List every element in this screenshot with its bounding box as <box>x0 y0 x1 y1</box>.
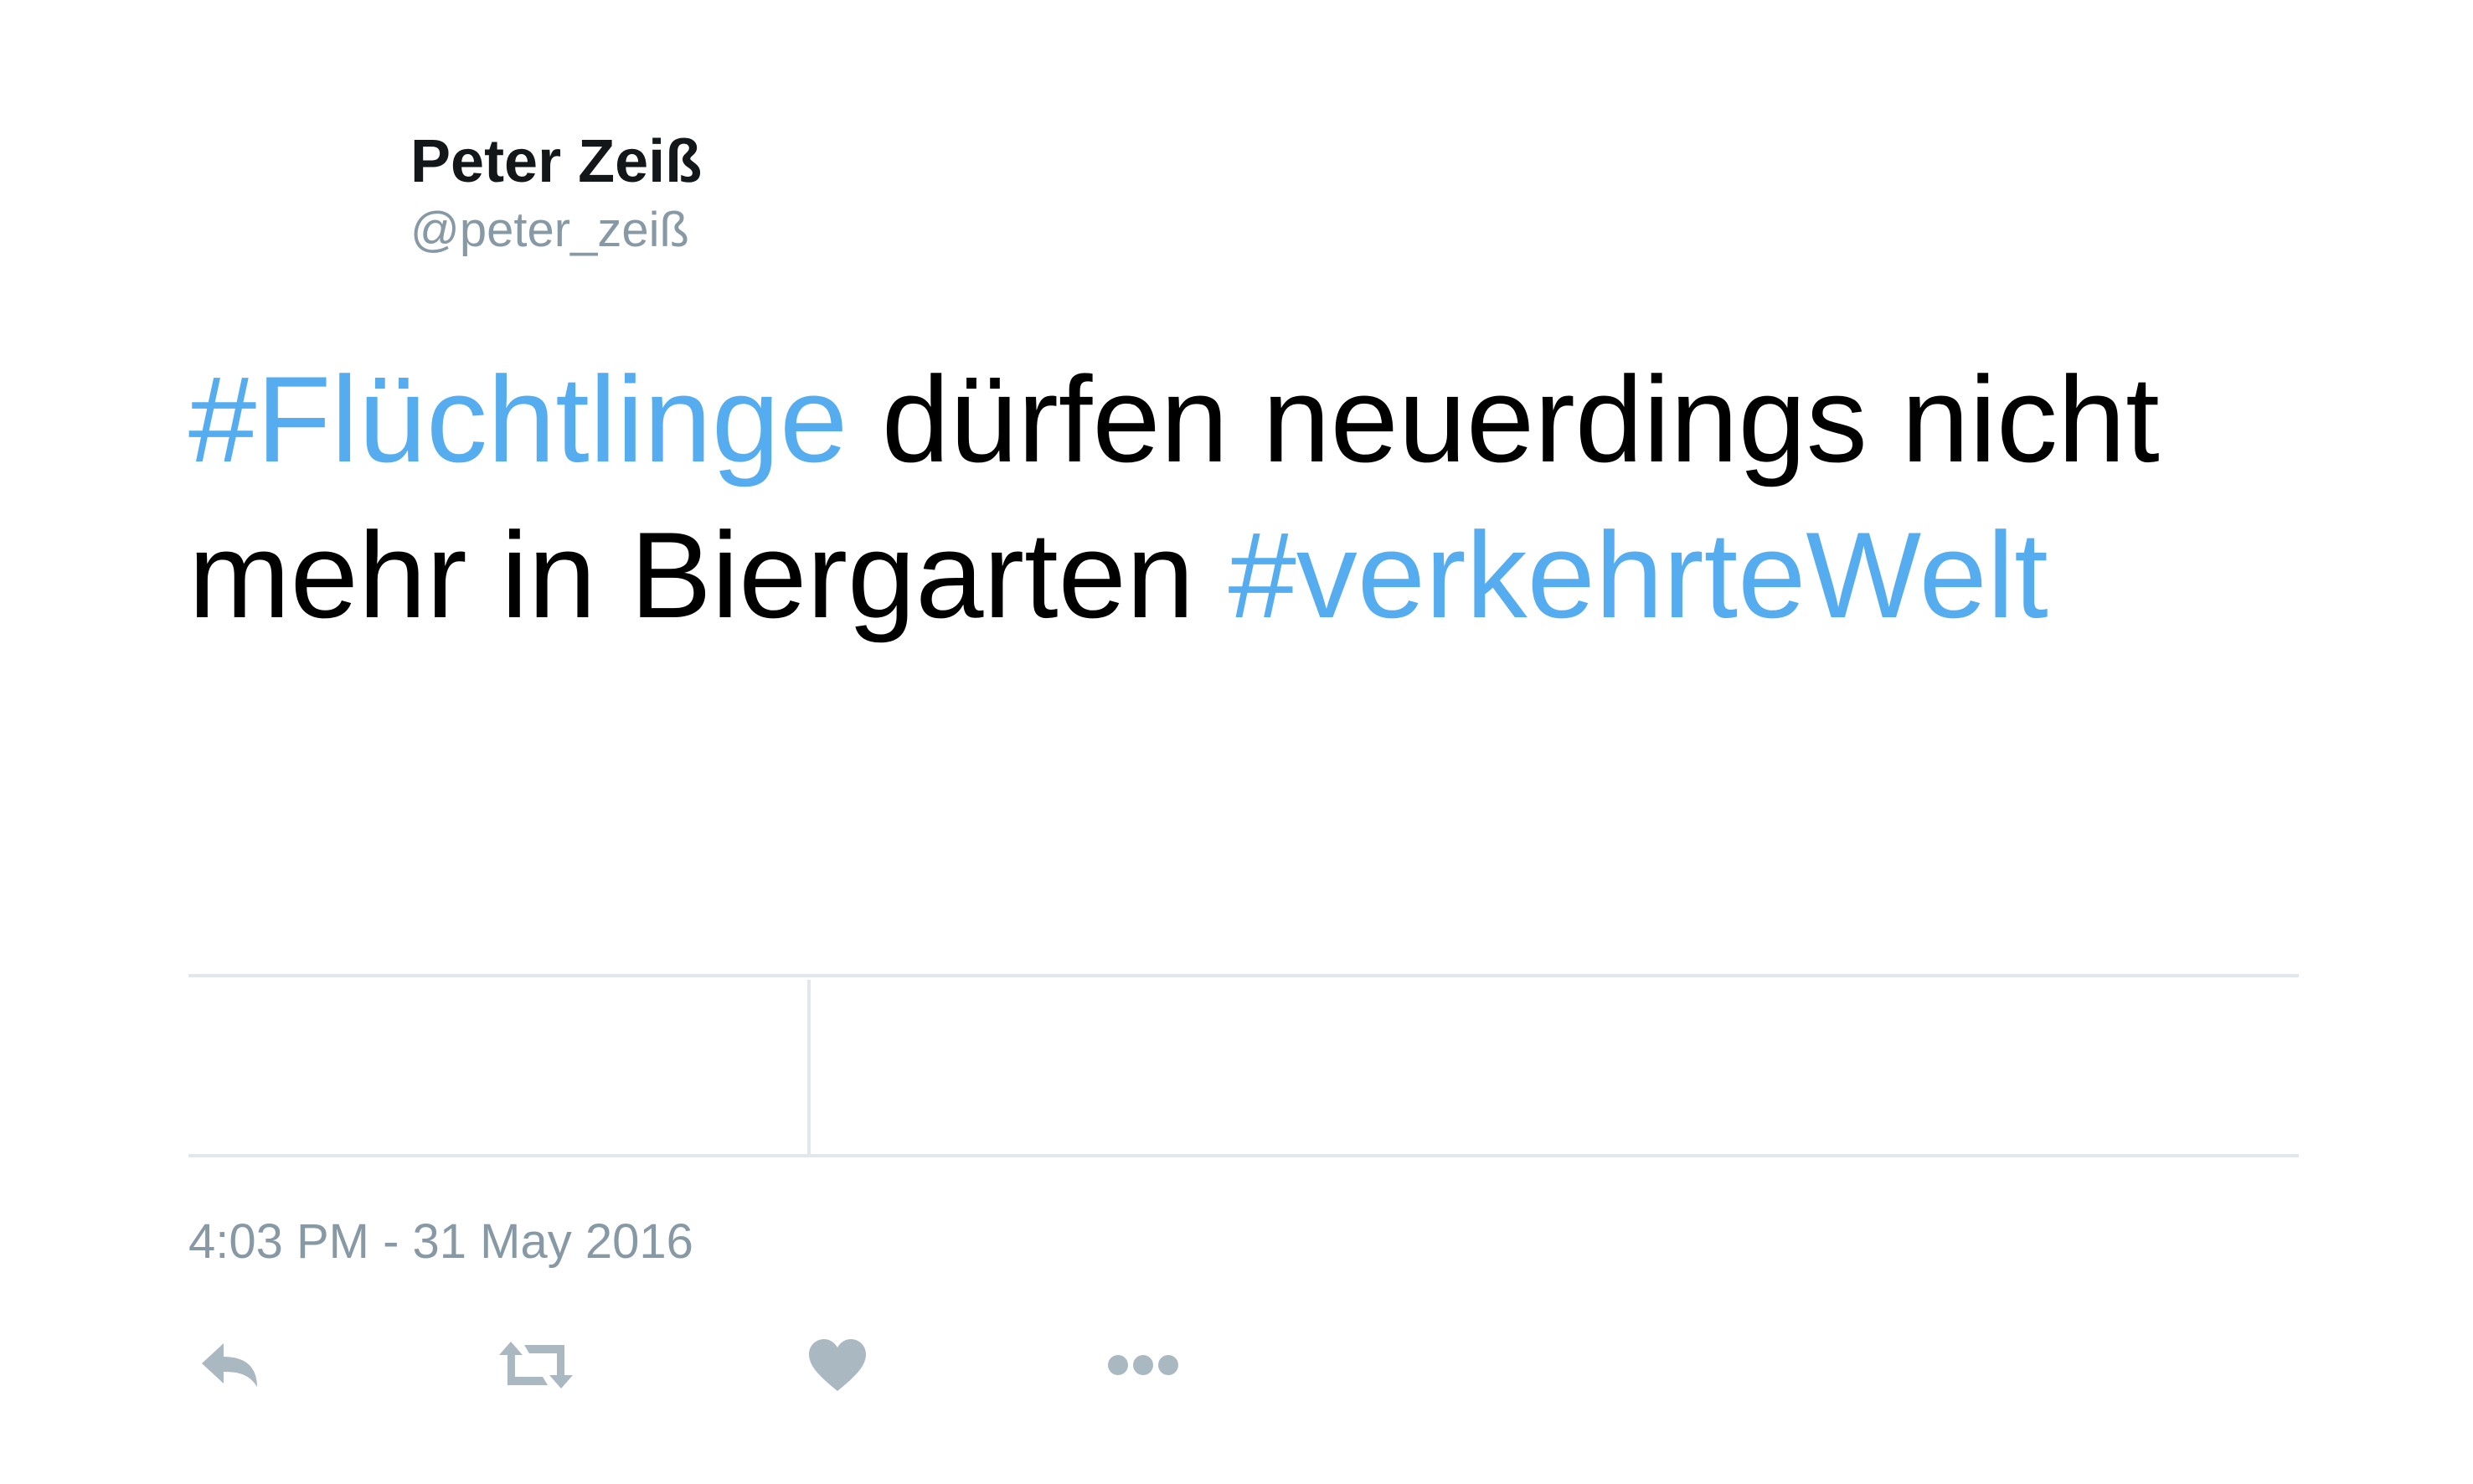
more-options-button[interactable] <box>1101 1332 1185 1399</box>
tweet-text: #Flüchtlinge dürfen neuerdings nicht meh… <box>188 342 2332 653</box>
user-handle[interactable]: @peter_zeiß <box>410 201 689 260</box>
tweet-card: Peter Zeiß @peter_zeiß #Flüchtlinge dürf… <box>0 0 2473 1484</box>
retweet-icon <box>499 1342 573 1389</box>
user-display-name[interactable]: Peter Zeiß <box>410 124 702 199</box>
stats-divider-vertical <box>807 980 811 1154</box>
tweet-timestamp[interactable]: 4:03 PM - 31 May 2016 <box>188 1213 693 1271</box>
hashtag-link[interactable]: #verkehrteWelt <box>1229 507 2048 643</box>
more-icon <box>1108 1355 1178 1375</box>
retweet-button[interactable] <box>494 1332 578 1399</box>
reply-icon <box>202 1343 257 1387</box>
stats-divider-top <box>188 974 2299 977</box>
heart-icon <box>809 1339 866 1391</box>
reply-button[interactable] <box>197 1332 264 1399</box>
like-button[interactable] <box>804 1332 871 1399</box>
stats-divider-bottom <box>188 1154 2299 1157</box>
hashtag-link[interactable]: #Flüchtlinge <box>188 351 848 487</box>
